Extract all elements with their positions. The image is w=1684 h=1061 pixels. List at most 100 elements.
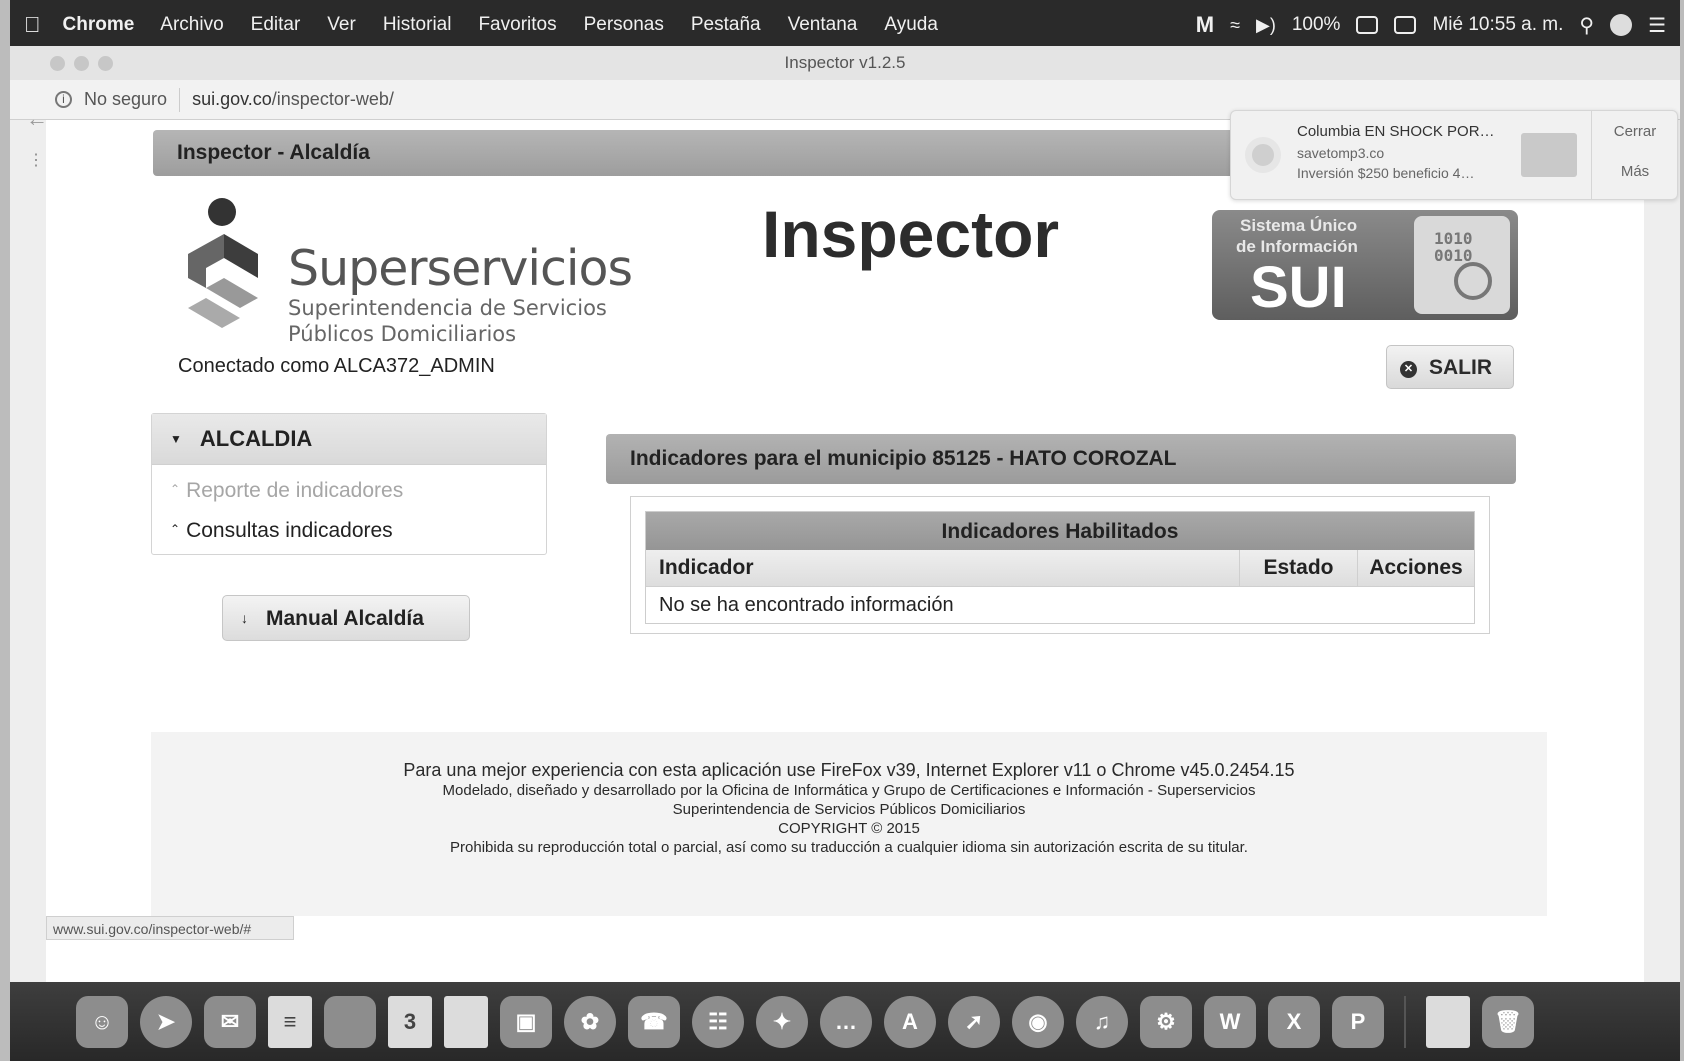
back-arrow-icon[interactable]: ←	[26, 106, 48, 132]
logo-name: Superservicios	[288, 240, 633, 297]
calendar-icon[interactable]: 3	[388, 995, 432, 1048]
menu-ayuda[interactable]: Ayuda	[884, 14, 938, 36]
finder-icon[interactable]: ☺	[76, 995, 128, 1048]
sui-magnifier-icon: 1010 0010	[1414, 216, 1510, 314]
footer-disclaimer: Prohibida su reproducción total o parcia…	[450, 839, 1248, 856]
siri-icon[interactable]	[1610, 14, 1633, 36]
notification-title: Columbia EN SHOCK POR…	[1297, 123, 1495, 140]
clock[interactable]: Mié 10:55 a. m.	[1432, 14, 1563, 36]
menu-personas[interactable]: Personas	[584, 14, 664, 36]
zoom-window-icon[interactable]	[98, 56, 113, 71]
mail-icon[interactable]: M	[1196, 12, 1214, 38]
sidebar-item-consultas-indicadores[interactable]: ⌃ Consultas indicadores	[152, 509, 546, 549]
chrome-dock-icon[interactable]: ◉	[1012, 995, 1064, 1048]
security-label[interactable]: No seguro	[84, 89, 167, 110]
notification-center-icon[interactable]: ☰	[1648, 13, 1666, 38]
display-icon[interactable]	[1394, 16, 1417, 34]
column-header-acciones[interactable]: Acciones	[1358, 550, 1474, 586]
powerpoint-icon[interactable]: P	[1332, 995, 1384, 1048]
column-header-estado[interactable]: Estado	[1240, 550, 1358, 586]
notification-close-button[interactable]: Cerrar	[1593, 123, 1677, 140]
url-domain: sui.gov.co	[192, 89, 272, 109]
notification-banner[interactable]: Columbia EN SHOCK POR… savetomp3.co Inve…	[1230, 110, 1678, 200]
indicators-table: Indicadores Habilitados Indicador Estado…	[645, 511, 1475, 624]
close-circle-icon: ✕	[1400, 361, 1417, 378]
caret-up-icon: ⌃	[170, 522, 181, 536]
menu-historial[interactable]: Historial	[383, 14, 452, 36]
menu-editar[interactable]: Editar	[251, 14, 301, 36]
compass-icon[interactable]: ✦	[756, 995, 808, 1048]
close-window-icon[interactable]	[50, 56, 65, 71]
document-icon[interactable]	[1426, 995, 1470, 1048]
sidebar-section-alcaldia[interactable]: ▼ ALCALDIA	[152, 414, 546, 465]
url-text[interactable]: sui.gov.co/inspector-web/	[192, 89, 394, 110]
app-store-icon[interactable]: A	[884, 995, 936, 1048]
url-path: /inspector-web/	[271, 89, 394, 109]
notification-divider	[1591, 111, 1592, 199]
menu-pestana[interactable]: Pestaña	[691, 14, 761, 36]
logout-button[interactable]: ✕ SALIR	[1386, 345, 1514, 389]
menubar:  Chrome Archivo Editar Ver Historial Fa…	[10, 0, 1680, 50]
photos-icon[interactable]: ✿	[564, 995, 616, 1048]
notes-icon[interactable]	[444, 995, 488, 1048]
system-preferences-icon[interactable]: ⚙	[1140, 995, 1192, 1048]
notification-site: savetomp3.co	[1297, 145, 1385, 161]
table-header-row: Indicador Estado Acciones	[646, 550, 1474, 587]
caret-up-icon: ⌃	[170, 482, 181, 496]
wifi-icon[interactable]: ≈	[1230, 15, 1240, 36]
menu-ver[interactable]: Ver	[327, 14, 356, 36]
notification-thumbnail	[1521, 133, 1577, 177]
web-page: Inspector - Alcaldía Superservicios Supe…	[46, 120, 1644, 986]
menu-ventana[interactable]: Ventana	[788, 14, 858, 36]
sidebar-item-reporte-indicadores[interactable]: ⌃ Reporte de indicadores	[152, 469, 546, 509]
menu-app-name[interactable]: Chrome	[63, 14, 135, 36]
logo-subtitle-2: Públicos Domiciliarios	[288, 322, 517, 346]
itunes-icon[interactable]: ♫	[1076, 995, 1128, 1048]
ibooks-icon[interactable]: ☷	[692, 995, 744, 1048]
notes-book-icon[interactable]	[324, 995, 376, 1048]
column-header-indicador[interactable]: Indicador	[646, 550, 1240, 586]
preview-icon[interactable]: ▣	[500, 995, 552, 1048]
facetime-icon[interactable]: ☎	[628, 995, 680, 1048]
sidebar-item-label: Reporte de indicadores	[186, 479, 404, 502]
spotlight-icon[interactable]: ⚲	[1579, 13, 1594, 38]
sui-logo-acronym: SUI	[1250, 255, 1347, 320]
footer-organization: Superintendencia de Servicios Públicos D…	[672, 801, 1026, 818]
window-titlebar[interactable]: Inspector v1.2.5	[10, 46, 1680, 80]
battery-percent[interactable]: 100%	[1292, 14, 1341, 36]
sidebar-menu: ▼ ALCALDIA ⌃ Reporte de indicadores ⌃ Consu…	[151, 413, 547, 555]
word-icon[interactable]: W	[1204, 995, 1256, 1048]
volume-icon[interactable]: ▶)	[1256, 15, 1276, 36]
address-separator	[179, 87, 181, 112]
sui-bits-1: 1010	[1434, 229, 1473, 248]
launchpad-icon[interactable]: ➤	[140, 995, 192, 1048]
status-bar-url: www.sui.gov.co/inspector-web/#	[46, 916, 294, 940]
messages-icon[interactable]: …	[820, 995, 872, 1048]
menubar-status-area: M ≈ ▶) 100% Mié 10:55 a. m. ⚲ ☰	[1196, 12, 1666, 38]
indicators-panel: Indicadores Habilitados Indicador Estado…	[630, 496, 1490, 634]
reminders-icon[interactable]: ≡	[268, 995, 312, 1048]
caret-down-icon: ▼	[170, 432, 182, 446]
mail-stamp-icon[interactable]: ✉	[204, 995, 256, 1048]
sui-logo: Sistema Único de Información SUI 1010 00…	[1212, 210, 1518, 320]
logout-label: SALIR	[1429, 356, 1492, 379]
browser-window: Inspector v1.2.5 i No seguro sui.gov.co/…	[10, 46, 1680, 986]
dock: ☺ ➤ ✉ ≡ 3 ▣ ✿ ☎ ☷ ✦ … A ➚ ◉ ♫ ⚙ W X P 🗑	[10, 982, 1680, 1061]
manual-alcaldia-button[interactable]: ↓ Manual Alcaldía	[222, 595, 470, 641]
table-empty-message: No se ha encontrado información	[659, 594, 954, 616]
menu-favoritos[interactable]: Favoritos	[478, 14, 556, 36]
safari-icon[interactable]: ➚	[948, 995, 1000, 1048]
apple-icon[interactable]: 	[24, 12, 41, 38]
left-gutter	[10, 120, 46, 986]
notification-more-button[interactable]: Más	[1593, 163, 1677, 180]
footer-credits: Modelado, diseñado y desarrollado por la…	[442, 782, 1256, 799]
menu-archivo[interactable]: Archivo	[160, 14, 223, 36]
notification-body: Inversión $250 beneficio 4…	[1297, 165, 1475, 181]
battery-icon[interactable]	[1356, 16, 1379, 34]
excel-icon[interactable]: X	[1268, 995, 1320, 1048]
logo-subtitle-1: Superintendencia de Servicios	[288, 296, 607, 320]
minimize-window-icon[interactable]	[74, 56, 89, 71]
right-gutter	[1644, 120, 1680, 986]
info-icon[interactable]: i	[55, 91, 72, 108]
trash-icon[interactable]: 🗑	[1482, 995, 1534, 1048]
